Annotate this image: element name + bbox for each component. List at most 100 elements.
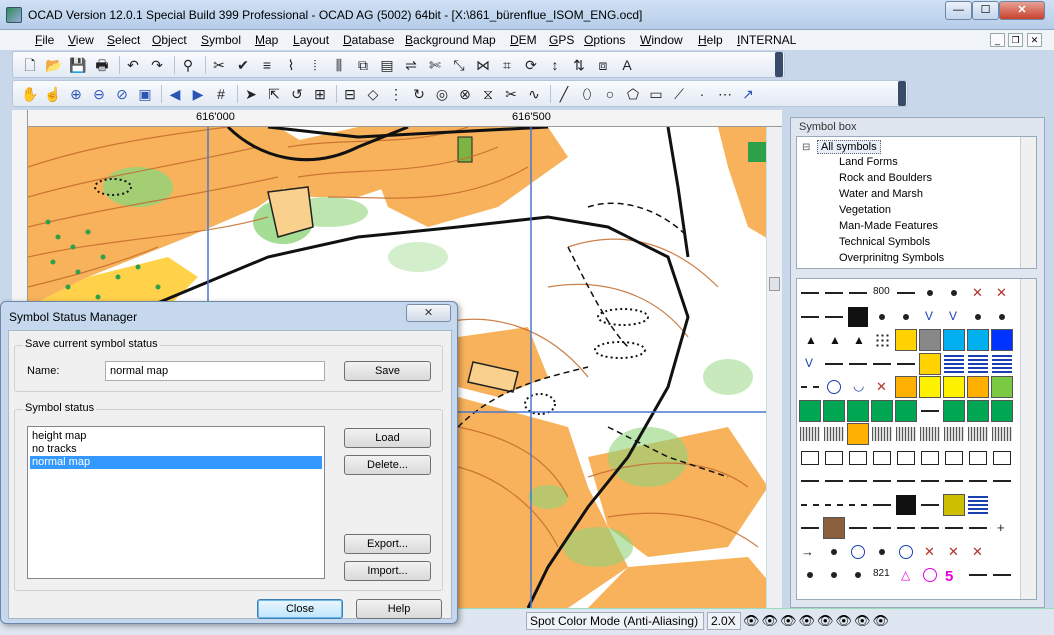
dots-icon[interactable]: ⋯	[716, 85, 734, 103]
save-button[interactable]: Save	[344, 361, 431, 381]
symbol-cell[interactable]	[847, 517, 869, 539]
symbol-cell[interactable]	[991, 329, 1013, 351]
symbol-cell[interactable]	[991, 541, 1013, 563]
symbol-cell[interactable]	[823, 517, 845, 539]
symbol-cell[interactable]: V	[799, 353, 821, 375]
symbol-cell[interactable]	[871, 399, 893, 422]
symbol-cell[interactable]	[871, 353, 893, 375]
symbol-cell[interactable]	[943, 282, 965, 304]
symbol-cell[interactable]: V	[943, 306, 965, 328]
tree-collapse-icon[interactable]: ⊟	[802, 142, 810, 153]
remove-vertex-icon[interactable]: ⊟	[341, 85, 359, 103]
freehand-icon[interactable]: ∿	[525, 85, 543, 103]
menu-dem[interactable]: DEM	[510, 33, 537, 47]
mdi-close-button[interactable]: ✕	[1027, 33, 1042, 47]
list-item[interactable]: no tracks	[30, 443, 322, 456]
symbol-cell[interactable]	[847, 564, 869, 586]
symbol-cell[interactable]	[871, 494, 893, 516]
symbol-cell[interactable]	[823, 447, 845, 469]
symbol-cell[interactable]	[919, 470, 941, 492]
symbol-category-tree[interactable]: ⊟ All symbols Land Forms Rock and Boulde…	[796, 136, 1037, 269]
symbol-cell[interactable]	[967, 306, 989, 328]
dash-points-icon[interactable]: ⦙	[306, 56, 324, 74]
cut-hole-icon[interactable]: ⊗	[456, 85, 474, 103]
symbol-cell[interactable]	[823, 423, 845, 445]
tree-item-man-made-features[interactable]: Man-Made Features	[839, 220, 938, 232]
symbol-cell[interactable]	[967, 517, 989, 539]
symbol-cell[interactable]	[991, 564, 1013, 586]
line-mode-icon[interactable]: ╱	[555, 85, 573, 103]
symbol-cell[interactable]	[943, 493, 965, 516]
symbol-cell[interactable]	[967, 470, 989, 492]
symbol-cell[interactable]	[799, 494, 821, 516]
symbol-cell[interactable]: →	[799, 541, 821, 563]
symbol-cell[interactable]: 5	[943, 564, 965, 586]
maximize-button[interactable]: ☐	[972, 1, 999, 20]
symbol-grid-scrollbar[interactable]	[1020, 279, 1036, 599]
crop-icon[interactable]: ⌗	[498, 56, 516, 74]
merge-icon[interactable]: ⋈	[474, 56, 492, 74]
symbol-cell[interactable]	[919, 494, 941, 516]
symbol-cell[interactable]	[847, 282, 869, 304]
symbol-cell[interactable]	[847, 494, 869, 516]
mdi-minimize-button[interactable]: _	[990, 33, 1005, 47]
symbol-cell[interactable]	[895, 376, 917, 398]
dialog-close-button[interactable]: ✕	[406, 304, 451, 322]
symbol-cell[interactable]	[991, 470, 1013, 492]
tree-item-rock-and-boulders[interactable]: Rock and Boulders	[839, 172, 932, 184]
align-icon[interactable]: ≡	[258, 56, 276, 74]
symbol-cell[interactable]	[967, 423, 989, 445]
symbol-cell[interactable]	[919, 564, 941, 586]
symbol-cell[interactable]	[823, 306, 845, 328]
symbol-cell[interactable]	[823, 494, 845, 516]
polygon-icon[interactable]: ⬠	[624, 85, 642, 103]
symbol-cell[interactable]	[943, 517, 965, 539]
symbol-cell[interactable]	[823, 564, 845, 586]
symbol-grid[interactable]: 800 ✕ ✕ V V ▲ ▲ ▲ V ◡ ✕ + → ✕ ✕ ✕ 821 △ 5	[796, 278, 1037, 600]
circle-cut-icon[interactable]: ◎	[433, 85, 451, 103]
number-icon[interactable]: ·	[693, 85, 711, 103]
symbol-cell[interactable]	[967, 494, 989, 516]
duplicate-icon[interactable]: ⧈	[594, 56, 612, 74]
symbol-cell[interactable]	[823, 282, 845, 304]
symbol-cell[interactable]	[919, 376, 941, 398]
redo-icon[interactable]: ↷	[148, 56, 166, 74]
check-icon[interactable]: ✔	[234, 56, 252, 74]
list-item-selected[interactable]: normal map	[30, 456, 322, 469]
menu-internal[interactable]: INTERNAL	[737, 33, 796, 47]
symbol-cell[interactable]	[919, 400, 941, 422]
symbol-cell[interactable]	[967, 329, 989, 351]
cut-object-icon[interactable]: ✄	[426, 56, 444, 74]
symbol-cell[interactable]	[799, 517, 821, 539]
menu-help[interactable]: Help	[698, 33, 723, 47]
symbol-cell[interactable]	[967, 353, 989, 375]
mdi-restore-button[interactable]: ❐	[1008, 33, 1023, 47]
cut-icon[interactable]: ✂	[210, 56, 228, 74]
symbol-cell[interactable]: ✕	[871, 376, 893, 398]
symbol-cell[interactable]: ✕	[943, 541, 965, 563]
symbol-cell[interactable]	[847, 470, 869, 492]
zoom-hand-icon[interactable]: ☝	[44, 85, 62, 103]
symbol-cell[interactable]	[847, 399, 869, 422]
symbol-cell[interactable]	[799, 447, 821, 469]
symbol-cell[interactable]	[871, 306, 893, 328]
circle-icon[interactable]: ○	[601, 85, 619, 103]
symbol-cell[interactable]	[943, 353, 965, 375]
symbol-cell[interactable]	[967, 376, 989, 398]
symbol-cell[interactable]	[991, 353, 1013, 375]
menu-options[interactable]: Options	[584, 33, 625, 47]
symbol-cell[interactable]: ✕	[967, 282, 989, 304]
forward-arrow-icon[interactable]: ▶	[189, 85, 207, 103]
scissors-icon[interactable]: ✂	[502, 85, 520, 103]
symbol-cell[interactable]	[919, 352, 941, 375]
symbol-cell[interactable]: ✕	[991, 282, 1013, 304]
symbol-cell[interactable]: V	[919, 306, 941, 328]
symbol-cell[interactable]	[919, 517, 941, 539]
tree-item-vegetation[interactable]: Vegetation	[839, 204, 891, 216]
symbol-cell[interactable]	[823, 376, 845, 398]
symbol-cell[interactable]	[823, 353, 845, 375]
symbol-cell[interactable]	[919, 423, 941, 445]
symbol-cell[interactable]: 800	[871, 282, 893, 304]
menu-background-map[interactable]: Background Map	[405, 33, 496, 47]
name-input[interactable]	[105, 361, 325, 381]
